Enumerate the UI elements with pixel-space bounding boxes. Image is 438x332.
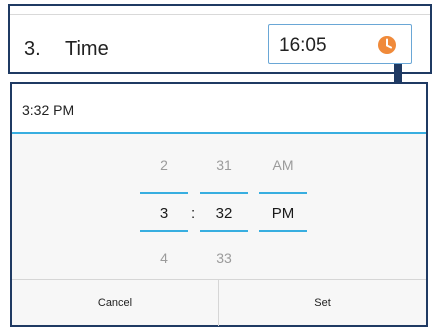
hour-selected[interactable]: 3 bbox=[138, 205, 190, 222]
ampm-divider-top bbox=[259, 192, 307, 194]
minute-prev[interactable]: 31 bbox=[198, 157, 250, 173]
hour-divider-bottom bbox=[140, 230, 188, 232]
ampm-divider-bottom bbox=[259, 230, 307, 232]
row-label: Time bbox=[65, 38, 109, 60]
time-separator: : bbox=[191, 205, 196, 222]
ampm-selected[interactable]: PM bbox=[257, 205, 309, 222]
divider bbox=[10, 14, 430, 15]
ampm-prev[interactable]: AM bbox=[257, 157, 309, 173]
time-input[interactable]: 16:05 bbox=[268, 24, 412, 64]
clock-icon[interactable] bbox=[377, 35, 397, 55]
minute-next[interactable]: 33 bbox=[198, 250, 250, 266]
row-number: 3. bbox=[24, 38, 41, 60]
minute-selected[interactable]: 32 bbox=[198, 205, 250, 222]
time-picker-dialog: 3:32 PM 2 3 4 : 31 32 33 AM PM Cancel Se… bbox=[10, 82, 428, 327]
minute-divider-bottom bbox=[200, 230, 248, 232]
time-form-row: 3. Time 16:05 bbox=[8, 4, 432, 74]
minute-divider-top bbox=[200, 192, 248, 194]
set-button[interactable]: Set bbox=[219, 280, 426, 326]
time-input-value: 16:05 bbox=[279, 35, 327, 56]
hour-prev[interactable]: 2 bbox=[138, 157, 190, 173]
dialog-header: 3:32 PM bbox=[12, 84, 426, 134]
cancel-button[interactable]: Cancel bbox=[12, 280, 219, 326]
dialog-title: 3:32 PM bbox=[22, 102, 75, 118]
hour-next[interactable]: 4 bbox=[138, 250, 190, 266]
dialog-footer: Cancel Set bbox=[12, 279, 426, 326]
hour-divider-top bbox=[140, 192, 188, 194]
